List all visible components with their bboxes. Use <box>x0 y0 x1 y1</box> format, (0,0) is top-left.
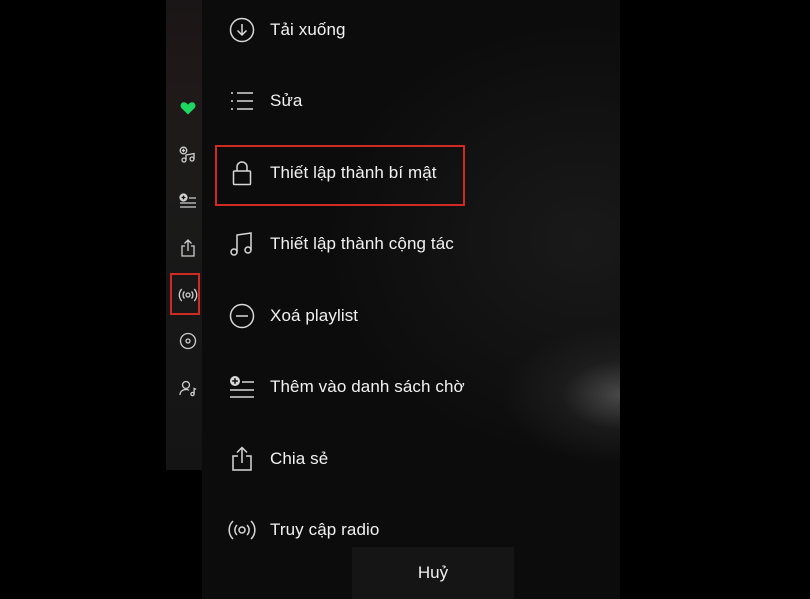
album-disc-icon <box>178 331 198 351</box>
minus-circle-icon <box>228 302 256 330</box>
make-secret-highlight-box <box>215 145 465 206</box>
music-notes-icon <box>228 230 256 258</box>
cancel-button[interactable]: Huỷ <box>352 547 514 599</box>
menu-item-radio[interactable]: Truy cập radio <box>228 508 608 552</box>
download-circle-icon <box>228 16 256 44</box>
menu-item-make-collaborative[interactable]: Thiết lập thành cộng tác <box>228 222 608 266</box>
menu-label-edit: Sửa <box>270 91 303 110</box>
side-radio-highlight-box <box>170 273 200 315</box>
radio-icon <box>228 516 256 544</box>
menu-item-delete-playlist[interactable]: Xoá playlist <box>228 294 608 338</box>
menu-label-download: Tải xuống <box>270 20 346 39</box>
screen: Tải xuống Sửa Thiết lập thành bí mật Thi… <box>0 0 810 599</box>
artist-icon <box>178 378 198 398</box>
menu-label-make-collaborative: Thiết lập thành cộng tác <box>270 234 454 253</box>
context-menu-sheet: Tải xuống Sửa Thiết lập thành bí mật Thi… <box>202 0 620 599</box>
add-to-queue-icon <box>228 373 256 401</box>
menu-item-download[interactable]: Tải xuống <box>228 8 608 52</box>
share-icon <box>228 445 256 473</box>
menu-item-share[interactable]: Chia sẻ <box>228 437 608 481</box>
cancel-label: Huỷ <box>417 563 449 582</box>
edit-list-icon <box>228 87 256 115</box>
share-icon <box>178 238 198 258</box>
menu-item-edit[interactable]: Sửa <box>228 79 608 123</box>
menu-label-delete-playlist: Xoá playlist <box>270 306 359 325</box>
menu-label-radio: Truy cập radio <box>270 520 380 539</box>
add-music-icon <box>178 145 198 165</box>
menu-label-add-to-queue: Thêm vào danh sách chờ <box>270 377 465 396</box>
menu-item-add-to-queue[interactable]: Thêm vào danh sách chờ <box>228 365 608 409</box>
menu-label-share: Chia sẻ <box>270 449 329 468</box>
heart-icon <box>178 98 198 118</box>
add-to-queue-icon <box>178 191 198 211</box>
background-side-panel <box>166 0 202 470</box>
